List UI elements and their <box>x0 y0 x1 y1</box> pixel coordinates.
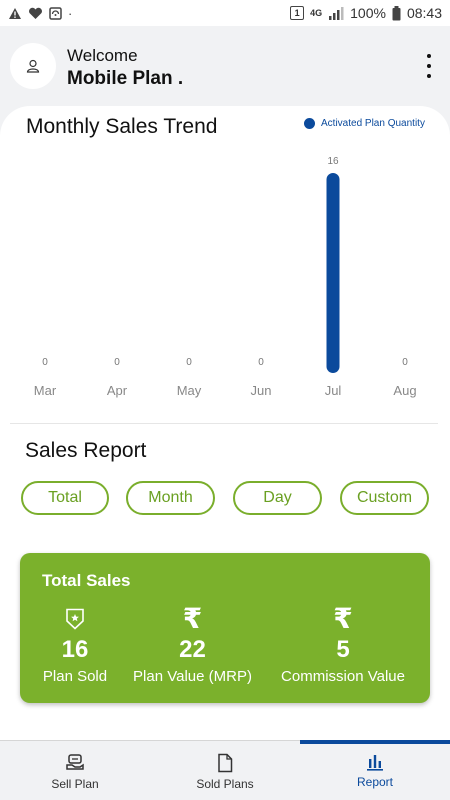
filter-month-button[interactable]: Month <box>126 481 215 515</box>
stat-label: Commission Value <box>281 668 405 685</box>
chart-data-label: 0 <box>402 357 408 368</box>
chart-bar-jul <box>326 173 340 373</box>
total-sales-card: Total Sales 16 Plan Sold ₹ 22 Plan Value… <box>20 553 430 703</box>
filter-total-button[interactable]: Total <box>21 481 109 515</box>
chart-x-tick-label: Jul <box>325 383 342 398</box>
sales-report-title: Sales Report <box>25 439 147 462</box>
stat-commission-value: ₹ 5 Commission Value <box>273 605 413 687</box>
chart-x-tick-label: May <box>177 383 202 398</box>
chart-data-label: 0 <box>42 357 48 368</box>
document-icon <box>218 753 233 773</box>
avatar[interactable] <box>10 43 56 89</box>
nav-sell-plan[interactable]: Sell Plan <box>0 741 150 800</box>
battery-icon <box>392 5 401 20</box>
nav-sold-plans[interactable]: Sold Plans <box>150 741 300 800</box>
filter-day-button[interactable]: Day <box>233 481 322 515</box>
warning-icon <box>9 7 21 19</box>
chart-x-tick-label: Aug <box>393 383 416 398</box>
stat-plan-value: ₹ 22 Plan Value (MRP) <box>125 605 260 687</box>
bottom-navigation: Sell Plan Sold Plans Report <box>0 740 450 800</box>
more-options-icon[interactable] <box>418 54 440 78</box>
sim-slot-icon: 1 <box>290 6 305 20</box>
badge-icon <box>65 605 85 633</box>
status-bar: · 1 4G 100% 08:43 <box>0 0 450 26</box>
nav-label: Report <box>356 775 394 789</box>
stat-label: Plan Sold <box>42 668 108 685</box>
sim-icon <box>49 6 62 20</box>
chart-legend: Activated Plan Quantity <box>304 118 425 129</box>
bar-chart-icon <box>367 755 383 771</box>
main-panel: Monthly Sales Trend Activated Plan Quant… <box>0 106 450 740</box>
legend-dot-icon <box>304 118 315 129</box>
monthly-sales-chart: 0 Mar 0 Apr 0 May 0 Jun 16 Jul 0 Aug <box>0 146 450 406</box>
nav-report[interactable]: Report <box>300 741 450 800</box>
heart-icon <box>29 7 42 19</box>
nav-label: Sold Plans <box>196 777 254 791</box>
clock: 08:43 <box>406 5 442 21</box>
chart-x-tick-label: Apr <box>107 383 128 398</box>
stat-label: Plan Value (MRP) <box>133 668 252 685</box>
chart-data-label: 0 <box>114 357 120 368</box>
chart-data-label: 0 <box>258 357 264 368</box>
nav-label: Sell Plan <box>51 777 99 791</box>
app-header: Welcome Mobile Plan . <box>0 26 450 106</box>
stat-value: 22 <box>179 636 206 663</box>
chart-data-label: 16 <box>327 156 339 167</box>
sales-filter-group: Total Month Day Custom <box>21 481 431 515</box>
rupee-icon: ₹ <box>182 603 203 634</box>
chart-data-label: 0 <box>186 357 192 368</box>
section-divider <box>10 423 438 424</box>
sell-plan-icon <box>66 754 84 770</box>
signal-icon <box>329 7 344 20</box>
total-sales-title: Total Sales <box>42 571 131 590</box>
chart-x-tick-label: Mar <box>34 383 57 398</box>
battery-percent: 100% <box>350 5 386 21</box>
legend-label: Activated Plan Quantity <box>321 118 425 129</box>
chart-x-tick-label: Jun <box>251 383 272 398</box>
filter-custom-button[interactable]: Custom <box>340 481 429 515</box>
welcome-text: Welcome <box>67 46 138 65</box>
chart-title: Monthly Sales Trend <box>26 115 218 138</box>
dot-icon: · <box>68 5 73 21</box>
user-icon <box>26 59 40 73</box>
rupee-icon: ₹ <box>333 603 353 634</box>
user-name: Mobile Plan . <box>67 68 184 89</box>
network-type: 4G <box>310 7 323 18</box>
stat-value: 16 <box>61 636 89 663</box>
chart-svg: 0 Mar 0 Apr 0 May 0 Jun 16 Jul 0 Aug <box>34 156 417 398</box>
stat-plan-sold: 16 Plan Sold <box>35 605 115 687</box>
stat-value: 5 <box>336 636 350 663</box>
